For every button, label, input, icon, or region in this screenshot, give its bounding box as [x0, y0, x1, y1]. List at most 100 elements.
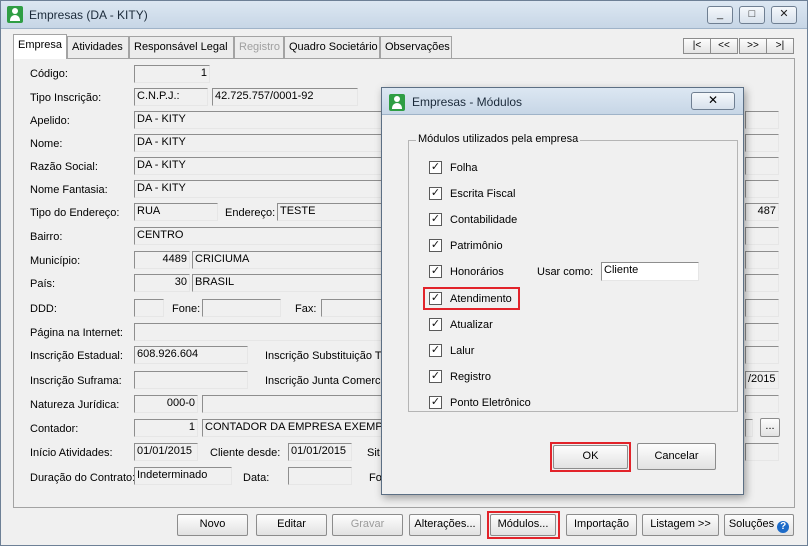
help-icon: ? — [777, 521, 790, 533]
inscricao-substituicao-label: Inscrição Substituição Tr — [265, 350, 385, 362]
inscricao-junta-label: Inscrição Junta Comercial — [265, 375, 392, 387]
cliente-desde-field[interactable]: 01/01/2015 — [288, 443, 352, 461]
contador-code-field[interactable]: 1 — [134, 419, 198, 437]
editar-button[interactable]: Editar — [256, 514, 327, 536]
bairro-field-end — [745, 227, 779, 245]
checkbox-atualizar[interactable]: ✓ — [429, 318, 442, 331]
inicio-atividades-field[interactable]: 01/01/2015 — [134, 443, 198, 461]
checkbox-honorarios[interactable]: ✓ — [429, 265, 442, 278]
pagina-internet-label: Página na Internet: — [30, 327, 123, 339]
modal-title: Empresas - Módulos — [412, 95, 523, 109]
cnpj-field[interactable]: 42.725.757/0001-92 — [212, 88, 358, 106]
checkbox-folha[interactable]: ✓ — [429, 161, 442, 174]
ok-highlight — [550, 442, 631, 472]
fax-field[interactable] — [321, 299, 382, 317]
bairro-label: Bairro: — [30, 231, 63, 243]
tab-responsavel-legal[interactable]: Responsável Legal — [129, 36, 234, 58]
pais-field-end — [745, 274, 779, 292]
solucoes-button[interactable]: Soluções ? — [724, 514, 794, 536]
nav-next-button[interactable]: >> — [739, 38, 767, 54]
pais-label: País: — [30, 278, 56, 290]
checkbox-patrimonio[interactable]: ✓ — [429, 239, 442, 252]
solucoes-label: Soluções — [728, 518, 775, 530]
apelido-field-end — [745, 111, 779, 129]
tab-quadro-societario[interactable]: Quadro Societário — [284, 36, 380, 58]
checkbox-honorarios-label: Honorários — [450, 266, 504, 278]
alteracoes-button[interactable]: Alterações... — [409, 514, 481, 536]
apelido-label: Apelido: — [30, 115, 70, 127]
bairro-field[interactable]: CENTRO — [134, 227, 382, 245]
novo-button[interactable]: Novo — [177, 514, 248, 536]
nav-last-button[interactable]: >| — [766, 38, 794, 54]
fone-field[interactable] — [202, 299, 281, 317]
checkbox-ponto-eletronico[interactable]: ✓ — [429, 396, 442, 409]
pagina-internet-field[interactable] — [134, 323, 382, 341]
pais-code-field[interactable]: 30 — [134, 274, 190, 292]
pais-field[interactable]: BRASIL — [192, 274, 382, 292]
nome-label: Nome: — [30, 138, 63, 150]
nav-first-button[interactable]: |< — [683, 38, 711, 54]
importacao-button[interactable]: Importação — [566, 514, 637, 536]
contador-label: Contador: — [30, 423, 79, 435]
tab-observacoes[interactable]: Observações — [380, 36, 452, 58]
cliente-desde-label: Cliente desde: — [210, 447, 281, 459]
checkbox-contabilidade-label: Contabilidade — [450, 214, 518, 226]
tipo-inscricao-label: Tipo Inscrição: — [30, 92, 102, 104]
natureza-juridica-code-field[interactable]: 000-0 — [134, 395, 198, 413]
checkbox-folha-label: Folha — [450, 162, 478, 174]
modal-app-icon — [389, 94, 405, 111]
nome-fantasia-field[interactable]: DA - KITY — [134, 180, 382, 198]
cancel-button[interactable]: Cancelar — [637, 443, 716, 470]
checkbox-ponto-eletronico-label: Ponto Eletrônico — [450, 397, 531, 409]
tipo-endereco-label: Tipo do Endereço: — [30, 207, 120, 219]
window-title: Empresas (DA - KITY) — [29, 8, 148, 22]
razao-social-field-end — [745, 157, 779, 175]
municipio-field-end — [745, 251, 779, 269]
checkbox-atualizar-label: Atualizar — [450, 319, 493, 331]
duracao-contrato-field[interactable]: Indeterminado — [134, 467, 232, 485]
inscricao-estadual-field[interactable]: 608.926.604 — [134, 346, 248, 364]
checkbox-registro[interactable]: ✓ — [429, 370, 442, 383]
nome-field[interactable]: DA - KITY — [134, 134, 382, 152]
municipio-code-field[interactable]: 4489 — [134, 251, 190, 269]
numero-field[interactable]: 487 — [745, 203, 779, 221]
checkbox-lalur[interactable]: ✓ — [429, 344, 442, 357]
fo-label: Fo — [369, 472, 382, 484]
tab-atividades[interactable]: Atividades — [67, 36, 129, 58]
modulos-group-label: Módulos utilizados pela empresa — [416, 133, 581, 145]
tab-empresa[interactable]: Empresa — [13, 34, 67, 59]
checkbox-lalur-label: Lalur — [450, 345, 475, 357]
apelido-field[interactable]: DA - KITY — [134, 111, 382, 129]
contador-field-end — [745, 419, 753, 437]
ddd-row-field-end — [745, 299, 779, 317]
razao-social-field[interactable]: DA - KITY — [134, 157, 382, 175]
close-button[interactable]: ✕ — [771, 6, 797, 24]
listagem-button[interactable]: Listagem >> — [642, 514, 719, 536]
codigo-field[interactable]: 1 — [134, 65, 210, 83]
contador-field[interactable]: CONTADOR DA EMPRESA EXEMPL — [202, 419, 382, 437]
natureza-juridica-field[interactable] — [202, 395, 382, 413]
nav-prev-button[interactable]: << — [710, 38, 738, 54]
tipo-endereco-field[interactable]: RUA — [134, 203, 218, 221]
checkbox-escrita-fiscal[interactable]: ✓ — [429, 187, 442, 200]
modulos-dialog: Empresas - Módulos ✕ Módulos utilizados … — [381, 87, 744, 495]
nome-fantasia-label: Nome Fantasia: — [30, 184, 108, 196]
maximize-button[interactable]: □ — [739, 6, 765, 24]
contador-lookup-button[interactable]: ... — [760, 418, 780, 437]
gravar-button: Gravar — [332, 514, 403, 536]
ddd-field[interactable] — [134, 299, 164, 317]
inscricao-suframa-label: Inscrição Suframa: — [30, 375, 122, 387]
data-field[interactable] — [288, 467, 352, 485]
situacao-field-end — [745, 443, 779, 461]
fone-label: Fone: — [172, 303, 201, 315]
checkbox-contabilidade[interactable]: ✓ — [429, 213, 442, 226]
usar-como-field[interactable]: Cliente — [601, 262, 699, 281]
inscricao-junta-date-field[interactable]: /2015 — [745, 371, 779, 389]
minimize-button[interactable]: _ — [707, 6, 733, 24]
endereco-label: Endereço: — [225, 207, 276, 219]
municipio-field[interactable]: CRICIUMA — [192, 251, 382, 269]
inscricao-suframa-field[interactable] — [134, 371, 248, 389]
tipo-inscricao-select[interactable]: C.N.P.J.: — [134, 88, 208, 106]
endereco-field[interactable]: TESTE — [277, 203, 382, 221]
modal-close-button[interactable]: ✕ — [691, 92, 735, 110]
